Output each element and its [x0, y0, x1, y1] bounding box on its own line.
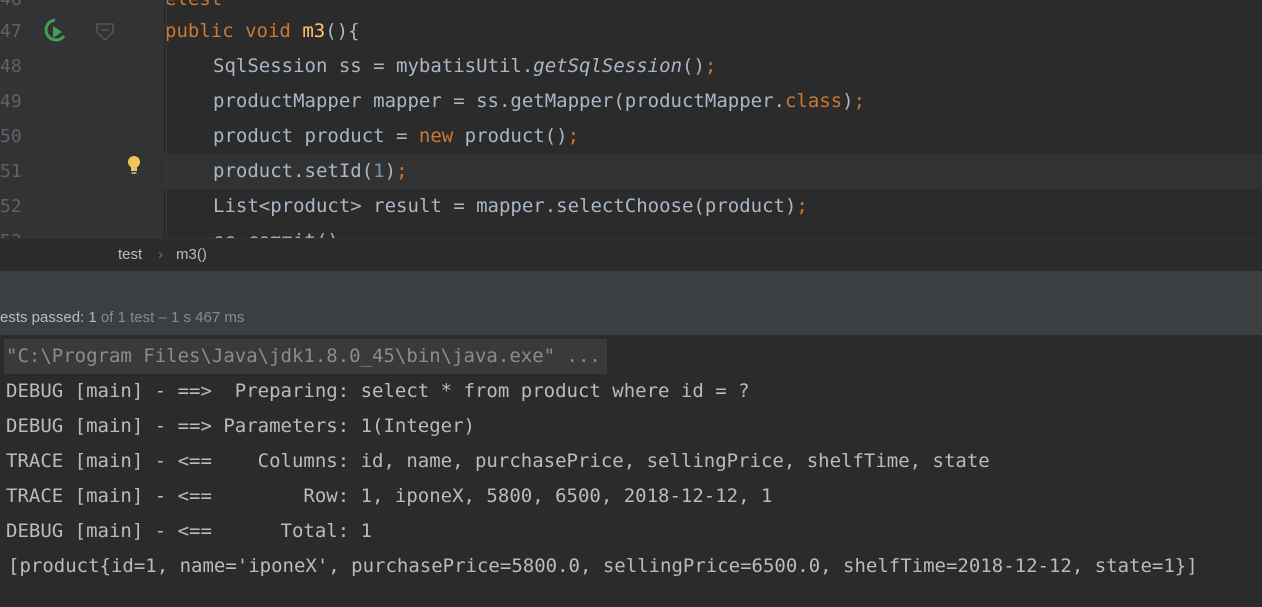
code-line-48[interactable]: 48 SqlSession ss = mybatisUtil.getSqlSes…: [0, 49, 1262, 84]
code-text: productMapper mapper = ss.getMapper(prod…: [213, 90, 866, 112]
code-editor[interactable]: 46 elest 47 public void m3(){ 48 SqlSess…: [0, 0, 1262, 238]
console-line: TRACE [main] - <== Row: 1, iponeX, 5800,…: [6, 485, 773, 507]
code-text: ss.commit(): [213, 224, 339, 238]
breadcrumb-separator: ›: [158, 246, 163, 263]
console-line: TRACE [main] - <== Columns: id, name, pu…: [6, 450, 990, 472]
console-command-line[interactable]: "C:\Program Files\Java\jdk1.8.0_45\bin\j…: [4, 339, 607, 374]
code-text: product.setId(1);: [213, 160, 408, 182]
run-toolbar: [0, 271, 1262, 302]
code-line-53[interactable]: 53 ss.commit(): [0, 224, 1262, 238]
code-line-51[interactable]: 51 product.setId(1);: [0, 154, 1262, 189]
fold-marker-icon[interactable]: [95, 22, 115, 42]
code-text: SqlSession ss = mybatisUtil.getSqlSessio…: [213, 55, 717, 77]
console-line: DEBUG [main] - ==> Parameters: 1(Integer…: [6, 415, 475, 437]
test-status-bar: ests passed: 1 of 1 test – 1 s 467 ms: [0, 301, 1262, 335]
code-text: product product = new product();: [213, 125, 580, 147]
test-status-text: ests passed: 1 of 1 test – 1 s 467 ms: [0, 309, 245, 326]
console-output[interactable]: "C:\Program Files\Java\jdk1.8.0_45\bin\j…: [0, 335, 1262, 607]
code-text: public void m3(){: [165, 20, 360, 42]
code-line-47[interactable]: 47 public void m3(){: [0, 14, 1262, 49]
breadcrumb-method[interactable]: m3(): [176, 246, 207, 263]
indent-guide: [166, 0, 167, 238]
line-number: 52: [0, 196, 22, 217]
line-number: 51: [0, 161, 22, 182]
line-number: 49: [0, 91, 22, 112]
breadcrumb-class[interactable]: test: [118, 246, 142, 263]
line-number: 48: [0, 56, 22, 77]
run-test-icon[interactable]: [40, 16, 70, 46]
console-line: DEBUG [main] - <== Total: 1: [6, 520, 373, 542]
code-text: List<product> result = mapper.selectChoo…: [213, 195, 808, 217]
line-number: 50: [0, 126, 22, 147]
console-result-line: [product{id=1, name='iponeX', purchasePr…: [8, 555, 1198, 577]
code-line-50[interactable]: 50 product product = new product();: [0, 119, 1262, 154]
breadcrumb: test › m3(): [0, 238, 1262, 272]
console-line: DEBUG [main] - ==> Preparing: select * f…: [6, 380, 750, 402]
line-number: 47: [0, 21, 22, 42]
line-number: 53: [0, 224, 24, 238]
code-line-49[interactable]: 49 productMapper mapper = ss.getMapper(p…: [0, 84, 1262, 119]
lightbulb-icon[interactable]: [124, 154, 144, 176]
code-line-52[interactable]: 52 List<product> result = mapper.selectC…: [0, 189, 1262, 224]
